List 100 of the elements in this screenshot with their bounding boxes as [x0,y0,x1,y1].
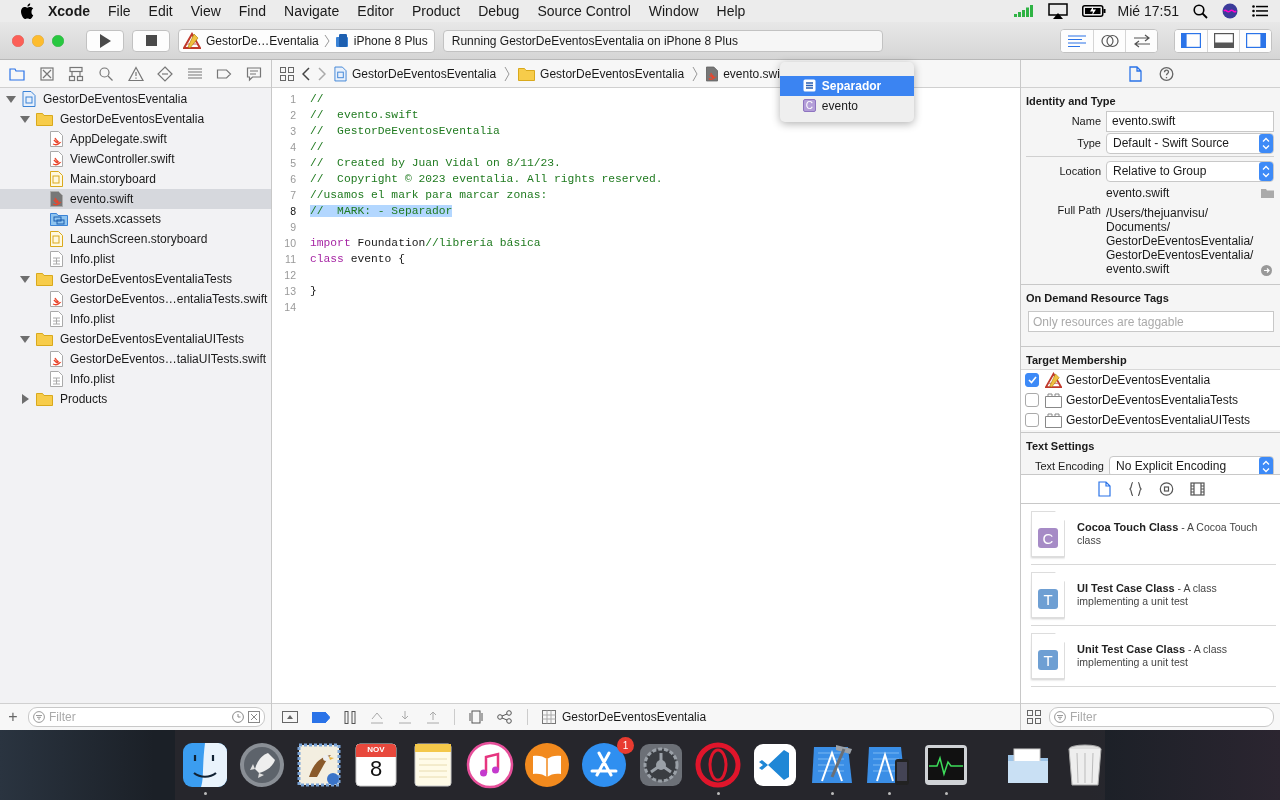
menu-item[interactable]: Window [639,3,708,19]
location-dropdown[interactable]: Relative to Group [1106,160,1274,182]
view-hierarchy-icon[interactable] [469,710,483,724]
airplay-icon[interactable] [1047,3,1068,19]
folder-icon[interactable] [9,65,25,82]
square-x-icon[interactable] [248,711,260,723]
tree-item[interactable]: GestorDeEventosEventalia [0,89,271,109]
signal-bars-icon[interactable] [1013,5,1034,17]
path-text: /Users/thejuanvisu/ [1106,206,1210,220]
breadcrumb[interactable]: GestorDeEventosEventalia [334,65,497,82]
hide-panel-icon[interactable] [282,711,298,723]
menu-item[interactable]: Source Control [528,3,640,19]
calendar-icon[interactable] [352,741,400,789]
add-button[interactable]: + [6,708,20,726]
ring-icon[interactable] [694,741,742,789]
search-icon[interactable] [1193,3,1208,19]
menu-item[interactable]: Separador [779,75,914,96]
pencil-a-icon[interactable] [580,741,628,789]
breadcrumb[interactable]: evento.swi [706,65,780,82]
library-item[interactable]: C Cocoa Touch Class - A Cocoa Touch class [1031,504,1276,565]
menu-item[interactable]: View [181,3,230,19]
type-dropdown[interactable]: Default - Swift Source [1106,132,1274,154]
panel-layout-icon [1213,33,1234,48]
film-strip-icon[interactable] [1189,481,1205,497]
pause-icon[interactable] [344,710,356,724]
menu-item[interactable]: Debug [469,3,529,19]
hierarchy-icon[interactable] [68,65,85,82]
name-field[interactable]: evento.swift [1106,110,1274,132]
diamond-icon[interactable] [157,65,174,82]
tree-item[interactable]: Info.plist [0,309,271,329]
ribbon-icon[interactable] [751,741,799,789]
grid-icon[interactable] [280,66,294,81]
battery-icon[interactable] [1081,5,1106,17]
clock-text[interactable]: Mié 17:51 [1117,3,1179,19]
rocket-icon[interactable] [238,741,286,789]
siri-icon[interactable] [1222,3,1238,19]
menu-item[interactable]: C evento [779,95,914,116]
chevron-right-icon [692,65,699,82]
disclosure-triangle-icon[interactable] [20,274,30,284]
scheme-selector[interactable]: GestorDe…Eventalia iPhone 8 Plus [178,28,435,53]
checkbox[interactable] [1025,393,1039,407]
graph-nodes-icon[interactable] [497,710,513,724]
version-editor-button[interactable] [1125,29,1157,52]
disclosure-triangle-icon[interactable] [20,394,30,404]
menu-item[interactable]: Xcode [48,3,99,19]
run-button[interactable] [86,29,124,52]
clock-icon[interactable] [232,711,244,723]
grid-icon[interactable] [1027,710,1041,724]
help-icon[interactable] [1158,65,1174,82]
menu-list-icon[interactable] [1252,5,1268,17]
menu-item[interactable]: Edit [139,3,182,19]
checkbox[interactable] [1025,373,1039,387]
line-number: 1 [289,93,296,105]
tree-item[interactable]: GestorDeEventosEventaliaUITests [0,329,271,349]
document-icon[interactable] [1127,65,1143,82]
tree-item[interactable]: GestorDeEventos…taliaUITests.swift [0,349,271,369]
tree-item[interactable]: Products [0,389,271,409]
speech-bubble-icon[interactable] [246,65,262,82]
tree-item[interactable]: Info.plist [0,249,271,269]
disclosure-triangle-icon[interactable] [6,94,16,104]
tree-item[interactable]: Main.storyboard [0,169,271,189]
music-note-icon[interactable] [466,741,514,789]
menu-item[interactable]: Help [707,3,755,19]
breadcrumb[interactable]: GestorDeEventosEventalia [518,66,685,81]
tree-item[interactable]: AppDelegate.swift [0,129,271,149]
menu-item[interactable]: File [99,3,140,19]
disclosure-triangle-icon[interactable] [20,334,30,344]
tree-item[interactable]: Info.plist [0,369,271,389]
tree-item[interactable]: LaunchScreen.storyboard [0,229,271,249]
gear-icon[interactable] [637,741,685,789]
section-title: Target Membership [1025,353,1128,368]
inspector-toggle-button[interactable] [1239,29,1271,52]
encoding-dropdown[interactable]: No Explicit Encoding [1109,455,1274,474]
smiling-face-icon[interactable] [181,741,229,789]
bird-stamp-icon[interactable] [295,741,343,789]
menu-item[interactable]: Editor [348,3,403,19]
tree-item[interactable]: GestorDeEventos…entaliaTests.swift [0,289,271,309]
menu-item[interactable]: Product [402,3,470,19]
braces-icon[interactable] [1127,481,1143,497]
menu-item[interactable]: Find [229,3,276,19]
tree-item[interactable]: GestorDeEventosEventaliaTests [0,269,271,289]
asset-catalog-icon [50,212,68,226]
square-x-icon[interactable] [38,65,55,82]
stop-button[interactable] [132,29,170,52]
warning-icon[interactable] [127,65,144,82]
library-item[interactable]: T Unit Test Case Class - A class implementing a unit test [1031,626,1276,687]
arrow-circle-icon[interactable] [1261,265,1272,276]
checkbox[interactable] [1025,413,1039,427]
tree-item[interactable]: evento.swift [0,189,271,209]
close-button[interactable] [12,34,24,47]
breakpoint-icon[interactable] [312,711,330,723]
tree-item[interactable]: ViewController.swift [0,149,271,169]
open-book-icon[interactable] [523,741,571,789]
library-item[interactable]: T UI Test Case Class - A class implementing a unit test [1031,565,1276,626]
apple-icon[interactable] [20,3,34,19]
menu-item[interactable]: Navigate [275,3,349,19]
tree-item[interactable]: GestorDeEventosEventalia [0,109,271,129]
tree-item[interactable]: Assets.xcassets [0,209,271,229]
disclosure-triangle-icon[interactable] [20,114,30,124]
document-icon[interactable] [1096,481,1112,497]
